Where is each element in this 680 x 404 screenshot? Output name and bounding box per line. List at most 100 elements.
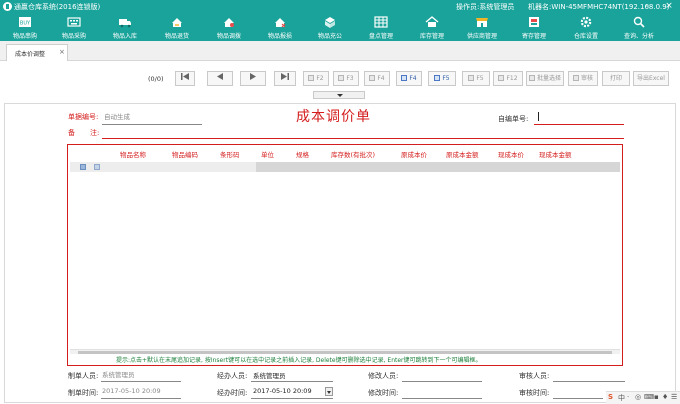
tab-close-icon[interactable]: × [59,48,65,56]
save-icon [401,75,408,81]
row-readonly-cells [256,162,620,172]
main-nav: BUY 物品串购 物品采购 物品入库 物品退货 物品调拨 物品报损 物品充公 盘… [0,14,680,41]
first-record-button[interactable] [175,71,195,86]
gear-icon [580,16,592,28]
cancel-button[interactable]: F5 [428,71,456,86]
tab-cost-adjust[interactable]: 成本价调整 × [6,44,68,61]
minimize-icon[interactable]: – [640,1,654,12]
reviewer-label: 审核人员: [519,372,550,380]
grid-header: 物品名称 物品编码 条形码 单位 规格 库存数(有批次) 原成本价 原成本金额 … [68,145,622,161]
first-icon [181,73,189,80]
handler-underline [251,381,333,382]
handle-time-underline [251,398,333,399]
review-time-underline [553,398,603,399]
nav-item-confiscate[interactable]: 物品充公 [305,14,355,41]
truck-icon [119,19,131,28]
prev-record-button[interactable] [207,71,233,86]
self-no-underline [534,124,624,125]
tools-icon[interactable]: ♦ [662,393,668,401]
scrollbar-thumb[interactable] [78,351,612,354]
nav-item-stock[interactable]: 库存管理 [407,14,457,41]
modifier-underline [402,381,482,382]
add-row-icon[interactable] [80,164,86,170]
nav-item-buy[interactable]: BUY 物品串购 [0,14,50,41]
add-f2-button[interactable]: F2 [303,71,329,86]
last-icon [281,73,289,80]
col-new-cost[interactable]: 现成本价 [498,149,524,159]
nav-item-supplier[interactable]: 供应商管理 [457,14,507,41]
nav-item-inventory[interactable]: 盘点管理 [356,14,406,41]
bill-no-value: 自动生成 [104,113,130,121]
review-time-label: 审核时间: [519,389,550,397]
loss-icon [275,18,286,28]
title-row: 通赢仓库系统(2016连锁版) 操作员:系统管理员 机器名:WIN-45MFMH… [0,0,680,14]
self-no-input[interactable] [538,112,539,121]
handler-value[interactable]: 系统管理员 [253,370,286,380]
col-stock-qty[interactable]: 库存数(有批次) [331,149,375,159]
tab-strip: 成本价调整 × [0,41,680,61]
col-spec[interactable]: 规格 [296,149,309,159]
f5-button[interactable]: F5 [462,71,490,86]
nav-item-return[interactable]: 物品退货 [152,14,202,41]
nav-item-deposit[interactable]: 寄存管理 [509,14,559,41]
table-row[interactable] [70,162,620,172]
edit-f3-button[interactable]: F3 [333,71,359,86]
edit-icon [338,75,345,81]
sogou-icon[interactable]: S [608,393,613,401]
emoji-icon[interactable]: ◎ [635,393,641,401]
col-unit[interactable]: 单位 [261,149,274,159]
menu-icon[interactable]: ☰ [671,393,677,401]
batch-select-button[interactable]: 批量选择 [526,71,564,86]
punct-icon[interactable]: · [627,393,629,401]
col-item-code[interactable]: 物品编码 [172,149,198,159]
confiscate-icon [325,17,335,28]
inventory-icon [374,16,388,28]
print-button[interactable]: 打印 [602,71,630,86]
col-orig-amount[interactable]: 原成本金额 [446,149,479,159]
nav-item-stock-in[interactable]: 物品入库 [100,14,150,41]
col-new-amount[interactable]: 现成本金额 [539,149,572,159]
review-button[interactable]: 审核 [568,71,598,86]
record-count: (0/0) [148,75,164,83]
close-icon[interactable]: × [662,1,676,12]
export-excel-button[interactable]: 导出Excel [633,71,669,86]
delete-icon [369,75,376,81]
app-title: 通赢仓库系统(2016连锁版) [14,3,101,11]
detail-grid[interactable]: 物品名称 物品编码 条形码 单位 规格 库存数(有批次) 原成本价 原成本金额 … [67,144,623,366]
nav-item-query-analyze[interactable]: 查询、分析 [614,14,664,41]
col-orig-cost[interactable]: 原成本价 [401,149,427,159]
col-barcode[interactable]: 条形码 [220,149,240,159]
handle-time-dropdown-icon[interactable] [325,387,333,396]
delete-row-icon[interactable] [94,164,100,170]
save-button[interactable]: F4 [396,71,422,86]
add-icon [308,75,315,81]
bill-no-underline [102,124,202,125]
remark-input[interactable] [102,138,624,139]
prev-icon [217,73,223,80]
next-record-button[interactable] [240,71,266,86]
operator-info: 操作员:系统管理员 [456,3,515,11]
horizontal-scrollbar[interactable] [70,349,620,354]
collapse-toggle-button[interactable] [313,91,365,99]
nav-item-warehouse-settings[interactable]: 仓库设置 [561,14,611,41]
nav-item-transfer[interactable]: 物品调拨 [204,14,254,41]
last-record-button[interactable] [274,71,296,86]
cancel-icon [434,75,441,81]
skin-icon[interactable]: ▪ [654,393,659,401]
deposit-icon [529,17,539,27]
handle-time-value[interactable]: 2017-05-10 20:09 [253,387,312,395]
nav-item-purchase[interactable]: 物品采购 [49,14,99,41]
top-bar: 通赢仓库系统(2016连锁版) 操作员:系统管理员 机器名:WIN-45MFMH… [0,0,680,41]
keyboard-tray-icon[interactable]: ⌨ [644,393,654,401]
chinese-mode-icon[interactable]: 中 [618,393,625,403]
delete-f4-button[interactable]: F4 [364,71,390,86]
next-icon [250,73,256,80]
remark-label-2: 注: [90,129,100,137]
return-icon [172,18,182,27]
col-item-name[interactable]: 物品名称 [120,149,146,159]
nav-item-loss[interactable]: 物品报损 [255,14,305,41]
remark-label: 备 [68,129,75,137]
review-icon [572,75,579,81]
f12-button[interactable]: F12 [493,71,523,86]
bill-no-label: 单据编号: [68,113,99,121]
